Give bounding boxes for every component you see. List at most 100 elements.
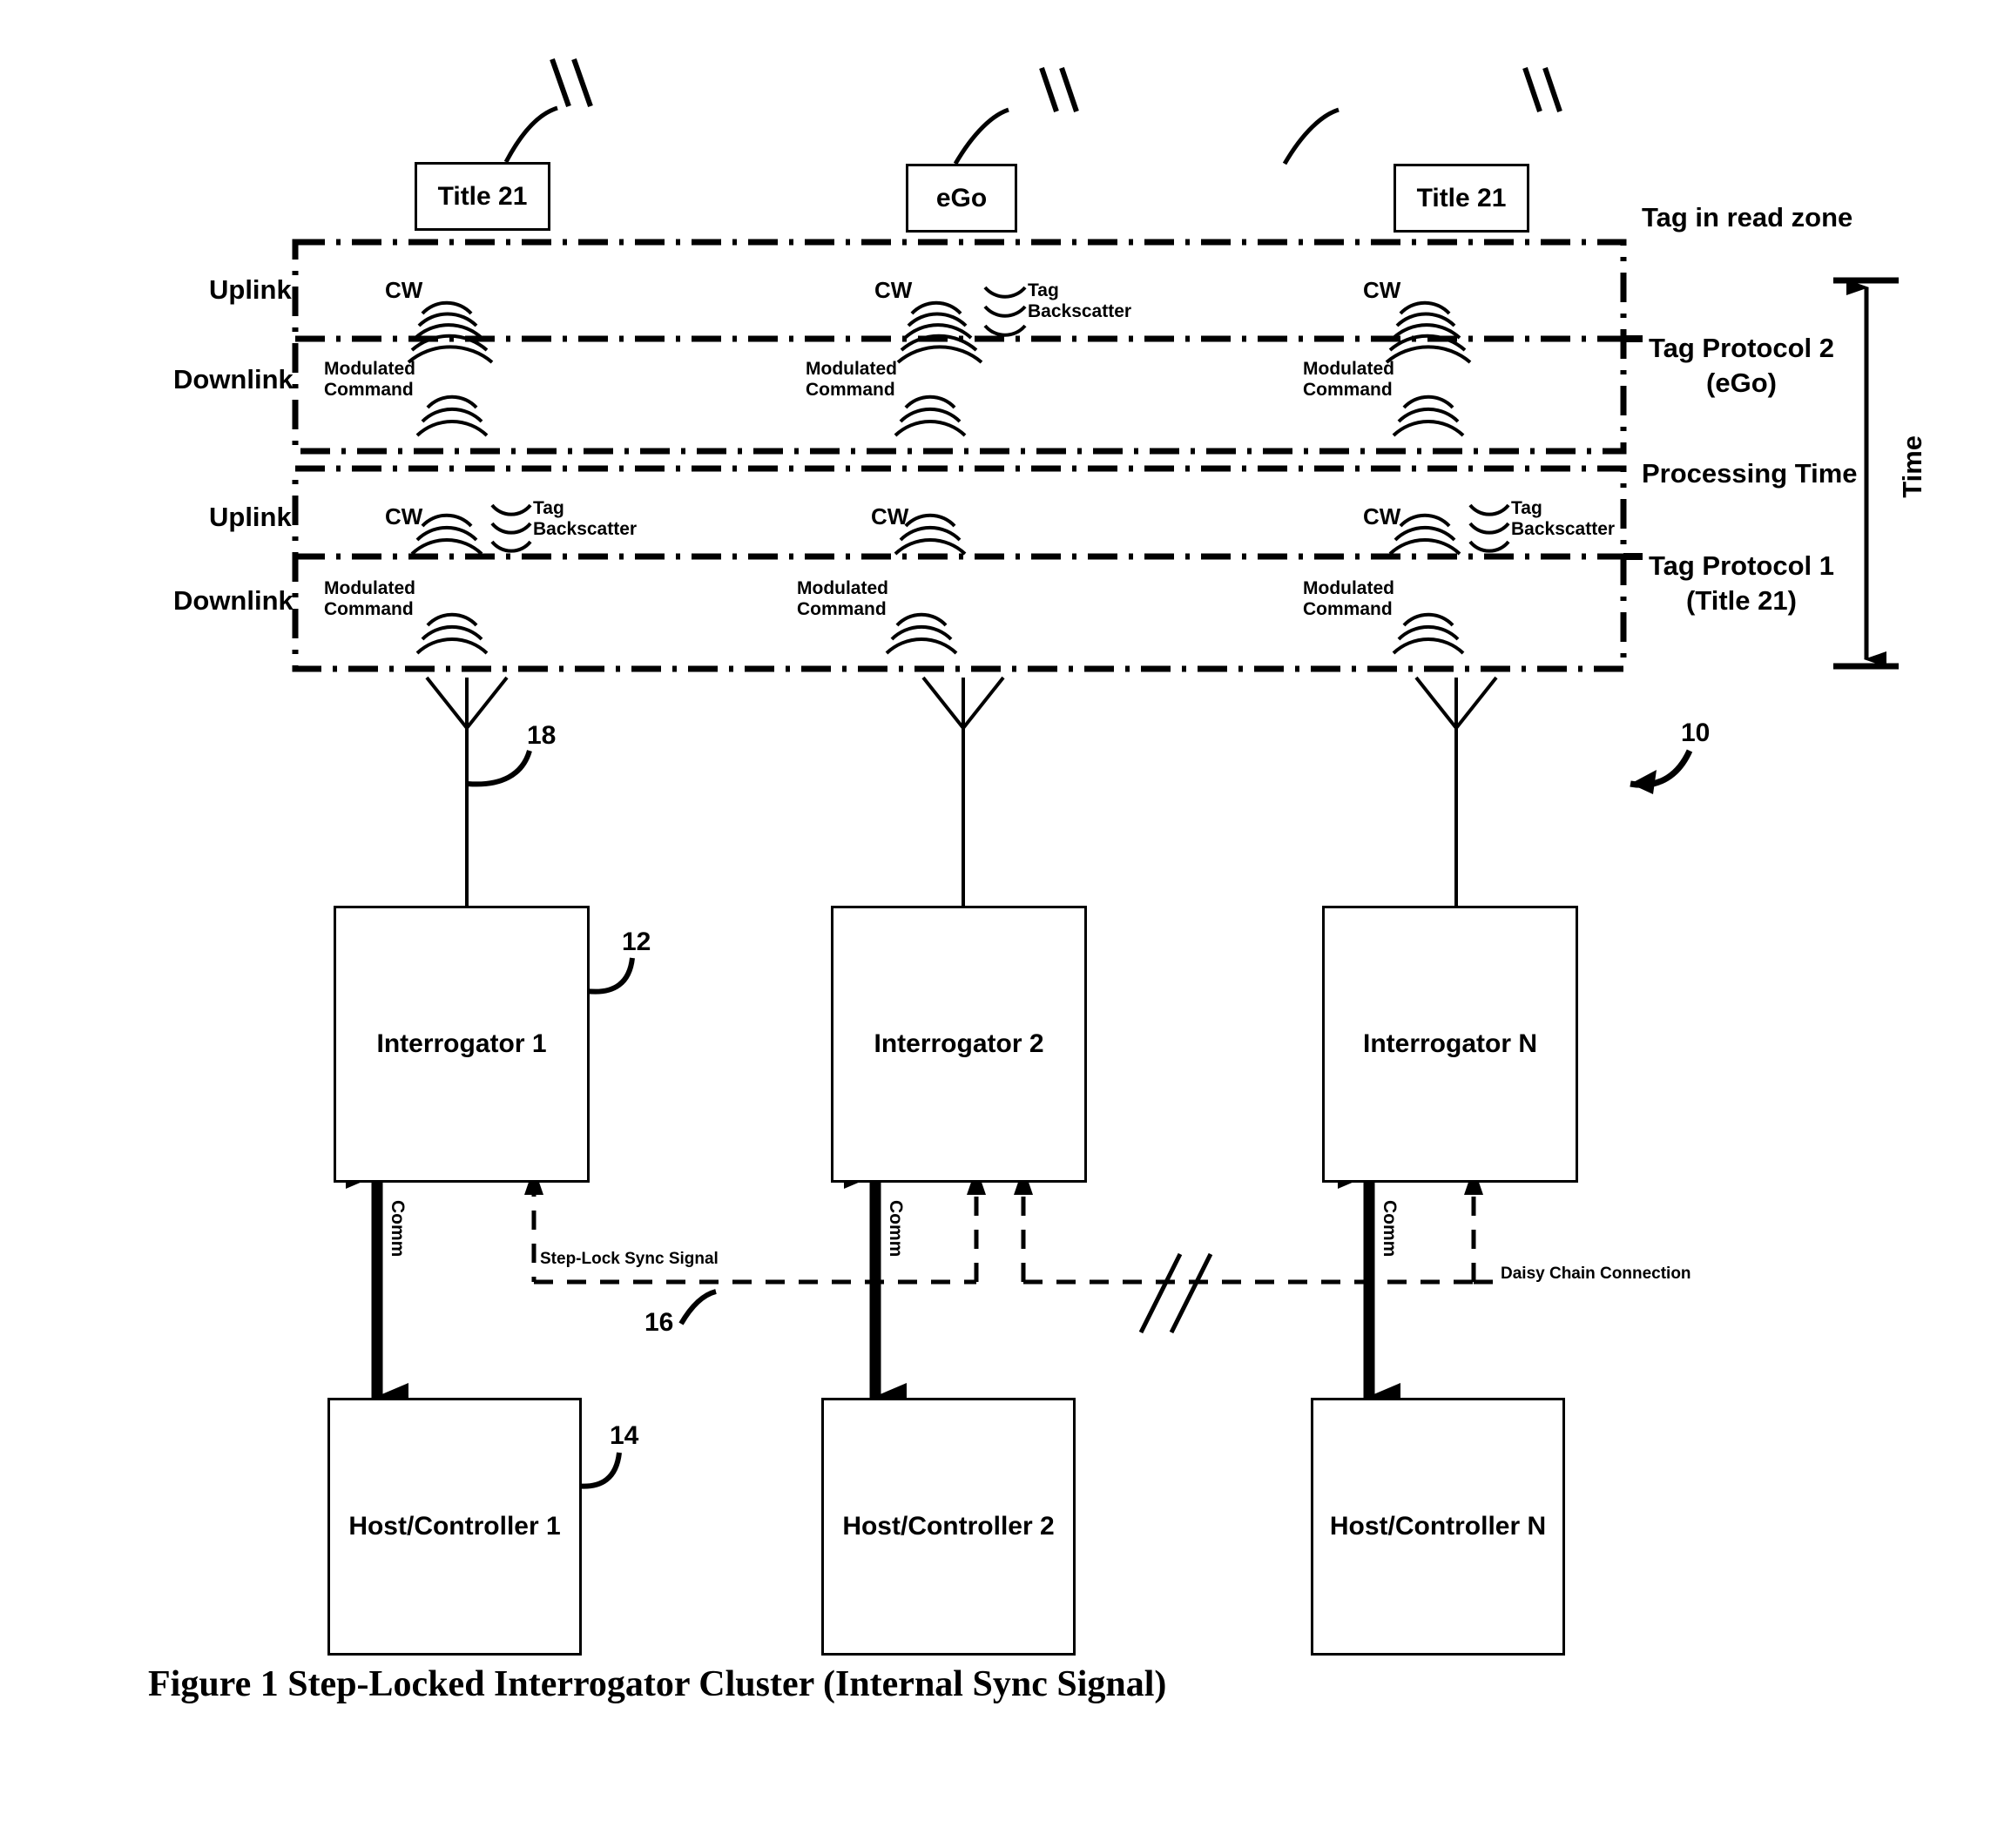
uplink-label-protocol2: Uplink <box>209 274 292 305</box>
antenna-icon <box>425 676 509 906</box>
tag-ref-11-a <box>550 58 593 107</box>
tag-leader-2 <box>953 107 1009 165</box>
modulated-wave-icon <box>1392 395 1465 437</box>
tag-backscatter-line2: Backscatter <box>533 518 638 539</box>
modulated-wave-icon <box>415 612 489 655</box>
time-axis-label: Time <box>1897 435 1927 498</box>
interrogator-box-2[interactable]: Interrogator 2 <box>831 906 1087 1183</box>
modulated-line1: Modulated <box>806 359 897 379</box>
modulated-line1: Modulated <box>1303 359 1394 379</box>
tag-label: eGo <box>935 183 988 212</box>
cw-label: CW <box>385 277 423 303</box>
antenna-ref-leader <box>467 750 532 787</box>
tag-protocol-2-label: Tag Protocol 2 (eGo) <box>1649 331 1834 400</box>
host-controller-box-n[interactable]: Host/Controller N <box>1311 1398 1565 1656</box>
tag-backscatter-line1: Tag <box>1511 498 1542 518</box>
interrogator-label: Interrogator 1 <box>376 1029 547 1058</box>
cw-wave-icon <box>1385 300 1472 364</box>
modulated-command-label: Modulated Command <box>797 578 888 620</box>
tag-leader-3 <box>1282 107 1340 165</box>
tag-box-title21-right[interactable]: Title 21 <box>1394 164 1529 233</box>
interrogator-label: Interrogator 2 <box>874 1029 1044 1058</box>
host-controller-box-2[interactable]: Host/Controller 2 <box>821 1398 1076 1656</box>
tag-leader-1 <box>503 105 558 164</box>
interrogator-box-1[interactable]: Interrogator 1 <box>334 906 590 1183</box>
cw-label: CW <box>874 277 913 303</box>
tag-backscatter-line1: Tag <box>1028 280 1059 300</box>
processing-time-label: Processing Time <box>1642 458 1858 489</box>
modulated-command-label: Modulated Command <box>324 359 415 401</box>
line-break-marks <box>1138 1252 1213 1334</box>
modulated-line2: Command <box>324 379 414 400</box>
uplink-label-protocol1: Uplink <box>209 502 292 532</box>
host-controller-box-1[interactable]: Host/Controller 1 <box>327 1398 582 1656</box>
comm-label: Comm <box>388 1200 408 1258</box>
sync-ref-leader <box>678 1289 717 1325</box>
tag-backscatter-icon <box>983 286 1027 337</box>
interrogator-ref-leader <box>585 957 635 995</box>
modulated-line2: Command <box>797 598 887 619</box>
antenna-icon <box>921 676 1005 906</box>
modulated-line1: Modulated <box>324 578 415 598</box>
tag-backscatter-line1: Tag <box>533 498 564 518</box>
tag-backscatter-label: Tag Backscatter <box>1511 498 1615 539</box>
cw-wave-icon <box>896 300 983 364</box>
protocol1-line1: Tag Protocol 1 <box>1649 550 1835 581</box>
modulated-line2: Command <box>806 379 895 400</box>
ref-numeral-12: 12 <box>622 927 651 956</box>
downlink-label-protocol2: Downlink <box>173 364 294 395</box>
modulated-command-label: Modulated Command <box>324 578 415 620</box>
modulated-wave-icon <box>1392 612 1465 655</box>
modulated-command-label: Modulated Command <box>1303 578 1394 620</box>
modulated-wave-icon <box>894 395 967 437</box>
tag-backscatter-line2: Backscatter <box>1028 300 1132 321</box>
step-lock-sync-signal-label: Step-Lock Sync Signal <box>540 1250 719 1268</box>
figure-caption: Figure 1 Step-Locked Interrogator Cluste… <box>148 1664 1167 1704</box>
downlink-label-protocol1: Downlink <box>173 585 294 616</box>
tag-in-read-zone-label: Tag in read zone <box>1642 202 1853 233</box>
modulated-line1: Modulated <box>797 578 888 598</box>
modulated-line2: Command <box>1303 598 1393 619</box>
modulated-wave-icon <box>415 395 489 437</box>
modulated-command-label: Modulated Command <box>806 359 897 401</box>
tag-ref-11-c <box>1522 67 1562 112</box>
protocol1-line2: (Title 21) <box>1686 584 1797 616</box>
host-label: Host/Controller N <box>1329 1512 1547 1541</box>
ref-numeral-14: 14 <box>610 1421 639 1450</box>
host-label: Host/Controller 1 <box>348 1512 561 1541</box>
cw-label: CW <box>1363 277 1401 303</box>
ref-numeral-18: 18 <box>527 721 557 750</box>
tag-backscatter-line2: Backscatter <box>1511 518 1616 539</box>
tag-box-title21-left[interactable]: Title 21 <box>415 162 550 231</box>
protocol2-line2: (eGo) <box>1706 367 1777 398</box>
cw-label: CW <box>871 503 909 529</box>
cw-label: CW <box>385 503 423 529</box>
tag-label: Title 21 <box>437 181 528 211</box>
comm-label: Comm <box>1380 1200 1400 1258</box>
daisy-chain-connection-label: Daisy Chain Connection <box>1501 1265 1691 1283</box>
cw-label: CW <box>1363 503 1401 529</box>
modulated-line1: Modulated <box>324 359 415 379</box>
modulated-command-label: Modulated Command <box>1303 359 1394 401</box>
tag-backscatter-icon <box>490 503 532 553</box>
antenna-icon <box>1414 676 1498 906</box>
protocol2-line1: Tag Protocol 2 <box>1649 333 1835 363</box>
tag-ref-11-b <box>1039 67 1079 112</box>
interrogator-box-n[interactable]: Interrogator N <box>1322 906 1578 1183</box>
modulated-line2: Command <box>1303 379 1393 400</box>
modulated-line1: Modulated <box>1303 578 1394 598</box>
ref-numeral-16: 16 <box>644 1308 674 1337</box>
tag-label: Title 21 <box>1416 183 1507 212</box>
patent-figure-canvas: Title 21 eGo Title 21 Interrogator 1 Int… <box>0 0 2011 1848</box>
tag-backscatter-label: Tag Backscatter <box>533 498 637 539</box>
tag-protocol-1-label: Tag Protocol 1 (Title 21) <box>1649 549 1834 617</box>
interrogator-label: Interrogator N <box>1362 1029 1537 1058</box>
tag-box-ego-middle[interactable]: eGo <box>906 164 1017 233</box>
host-label: Host/Controller 2 <box>842 1512 1055 1541</box>
system-ref-leader <box>1630 749 1693 794</box>
tag-backscatter-label: Tag Backscatter <box>1028 280 1131 321</box>
ref-numeral-10: 10 <box>1681 718 1711 747</box>
cw-wave-icon <box>407 300 494 364</box>
tag-backscatter-icon <box>1468 503 1510 553</box>
modulated-wave-icon <box>885 612 958 655</box>
